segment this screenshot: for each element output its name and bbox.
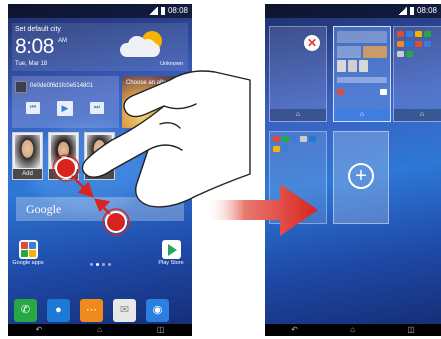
contact-widget-2[interactable]: Add	[48, 132, 79, 180]
gallery-widget[interactable]: Choose an album	[122, 76, 188, 128]
google-search-bar[interactable]: Google	[16, 197, 184, 221]
home-icon[interactable]: ⌂	[334, 109, 390, 121]
weather-cloud-sun-icon	[120, 31, 166, 59]
clock-ampm: AM	[58, 38, 67, 44]
contact-photo	[15, 135, 40, 168]
navigation-bar: ↶ ⌂ ◫	[8, 324, 192, 336]
home-icon[interactable]: ⌂	[270, 109, 326, 121]
status-bar: 08:08	[8, 4, 192, 18]
page-dot-active	[96, 263, 99, 266]
home-icon[interactable]: ⌂	[97, 325, 102, 335]
battery-icon	[160, 6, 165, 15]
music-player-widget: 0e0de0f6d1fc0e514801 ⏮ ▶ ⏭	[12, 76, 119, 128]
previous-track-button[interactable]: ⏮	[26, 102, 40, 114]
app-label: Google apps	[12, 260, 44, 266]
home-icon[interactable]: ⌂	[350, 325, 355, 335]
navigation-bar: ↶ ⌂ ◫	[265, 324, 441, 336]
contact-add-button[interactable]: Add	[49, 169, 78, 179]
home-screen-phone: 08:08 Set default city 8:08 AM Tue, Mar …	[8, 4, 192, 336]
play-button[interactable]: ▶	[57, 101, 73, 116]
google-logo: Google	[26, 202, 62, 216]
contacts-icon[interactable]: ●	[47, 299, 70, 322]
add-screen-plus-icon[interactable]: +	[348, 163, 374, 189]
home-icon[interactable]: ⌂	[394, 109, 441, 121]
battery-icon	[409, 6, 414, 15]
messaging-icon[interactable]: ⋯	[80, 299, 103, 322]
play-store-icon	[161, 240, 181, 259]
app-play-store[interactable]: Play Store	[153, 240, 189, 267]
page-dot	[90, 263, 93, 266]
email-icon[interactable]: ✉	[113, 299, 136, 322]
weather-condition: Unknown	[160, 61, 183, 67]
recents-icon[interactable]: ◫	[157, 325, 165, 335]
back-icon[interactable]: ↶	[291, 325, 298, 335]
google-apps-folder-icon	[18, 240, 38, 259]
app-label: Play Store	[158, 260, 184, 266]
contact-widget-3[interactable]: Add	[84, 132, 115, 180]
signal-icon	[148, 6, 158, 15]
illustration: 08:08 Set default city 8:08 AM Tue, Mar …	[0, 0, 441, 339]
app-google-apps[interactable]: Google apps	[10, 240, 46, 267]
browser-icon[interactable]: ◉	[146, 299, 169, 322]
next-track-button[interactable]: ⏭	[90, 102, 104, 114]
contact-photo	[51, 135, 76, 168]
weather-city-prompt[interactable]: Set default city	[15, 26, 61, 33]
add-screen-card[interactable]: +	[333, 131, 389, 224]
edit-mode-phone: 08:08 ⌂ ✕ ⌂ ⌂ + ↶ ⌂ ◫	[265, 4, 441, 336]
weather-clock-widget[interactable]: Set default city 8:08 AM Tue, Mar 18 Unk…	[12, 23, 188, 71]
clock-date: Tue, Mar 18	[15, 61, 48, 67]
track-title: 0e0de0f6d1fc0e514801	[30, 83, 94, 89]
contact-add-button[interactable]: Add	[13, 169, 42, 179]
screen-card-2-selected[interactable]: ⌂	[333, 26, 391, 122]
contact-widget-1[interactable]: Add	[12, 132, 43, 180]
page-dot	[102, 263, 105, 266]
status-bar: 08:08	[265, 4, 441, 18]
contact-add-button[interactable]: Add	[85, 169, 114, 179]
status-time: 08:08	[416, 6, 437, 15]
page-dot	[108, 263, 111, 266]
app-dock: ✆ ● ⋯ ✉ ◉	[14, 299, 169, 322]
status-time: 08:08	[167, 6, 188, 15]
screen-card-3[interactable]: ⌂	[393, 26, 441, 122]
album-art-thumbnail	[15, 81, 27, 93]
back-icon[interactable]: ↶	[35, 325, 42, 335]
signal-icon	[397, 6, 407, 15]
recents-icon[interactable]: ◫	[407, 325, 415, 335]
clock-time: 8:08	[15, 35, 54, 58]
page-indicator	[90, 263, 111, 266]
close-icon[interactable]: ✕	[304, 35, 320, 51]
screen-card-4[interactable]	[269, 131, 327, 224]
contact-photo	[87, 135, 112, 168]
gallery-prompt: Choose an album	[126, 80, 174, 86]
phone-icon[interactable]: ✆	[14, 299, 37, 322]
